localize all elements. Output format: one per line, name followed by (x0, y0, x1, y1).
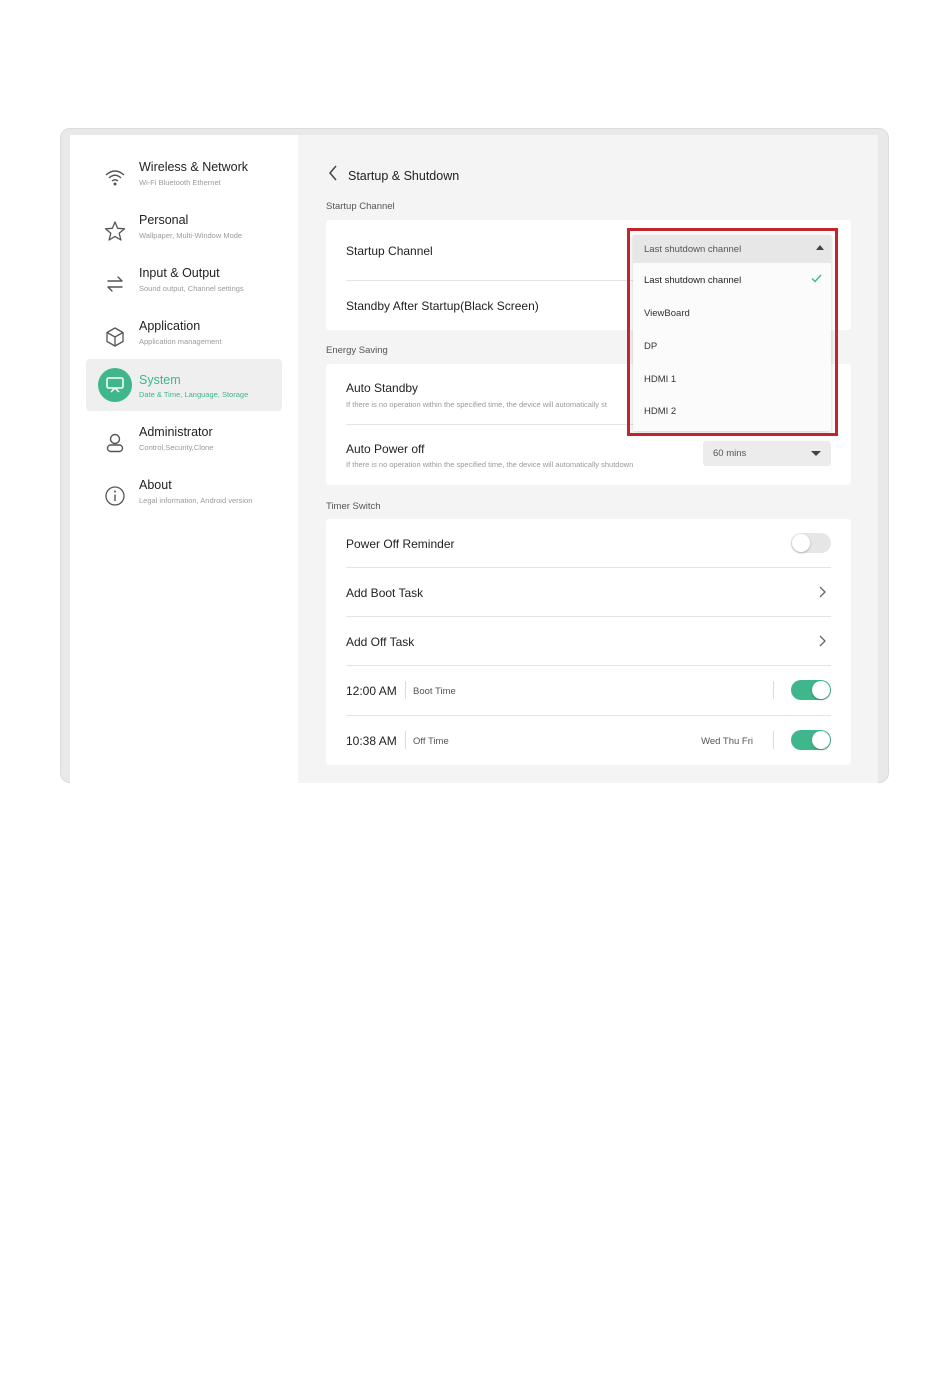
info-icon (98, 479, 132, 513)
sidebar-item-system[interactable]: System Date & Time, Language, Storage (86, 359, 282, 411)
cube-icon (98, 320, 132, 354)
divider (405, 731, 406, 749)
sidebar-item-title: Application (139, 319, 201, 333)
sidebar-item-about[interactable]: About Legal information, Android version (86, 469, 282, 521)
sidebar-item-title: System (139, 373, 181, 387)
startup-channel-label: Startup Channel (346, 244, 433, 258)
sidebar-item-title: Input & Output (139, 266, 220, 280)
section-label-startup: Startup Channel (326, 201, 395, 212)
boot-task-row[interactable]: 12:00 AM Boot Time (346, 666, 831, 716)
auto-standby-label: Auto Standby (346, 381, 419, 395)
sidebar-item-subtitle: Application management (139, 337, 222, 346)
power-off-reminder-row: Power Off Reminder (346, 519, 831, 568)
person-icon (98, 426, 132, 460)
chevron-right-icon (819, 635, 826, 647)
sidebar-item-administrator[interactable]: Administrator Control,Security,Clone (86, 416, 282, 468)
sidebar-item-subtitle: Wi-Fi Bluetooth Ethernet (139, 178, 221, 187)
auto-power-off-select[interactable]: 60 mins (703, 441, 831, 466)
divider (405, 681, 406, 699)
add-boot-task-label: Add Boot Task (346, 586, 424, 600)
sidebar-item-subtitle: Legal information, Android version (139, 496, 253, 505)
divider (773, 731, 774, 749)
sidebar-item-subtitle: Control,Security,Clone (139, 443, 214, 452)
timer-card: Power Off Reminder Add Boot Task Add Off… (326, 519, 851, 765)
off-task-row[interactable]: 10:38 AM Off Time Wed Thu Fri (346, 716, 831, 765)
add-off-task-label: Add Off Task (346, 635, 415, 649)
chevron-right-icon (819, 586, 826, 598)
caret-down-icon (811, 451, 821, 456)
boot-task-toggle[interactable] (791, 680, 831, 700)
page-header: Startup & Shutdown (328, 165, 459, 186)
toggle-knob (792, 534, 810, 552)
swap-arrows-icon (98, 267, 132, 301)
task-time: 12:00 AM (346, 684, 397, 698)
sidebar-item-title: About (139, 478, 172, 492)
sidebar-item-title: Administrator (139, 425, 213, 439)
off-task-toggle[interactable] (791, 730, 831, 750)
add-off-task-row[interactable]: Add Off Task (346, 617, 831, 666)
auto-power-off-value: 60 mins (713, 448, 747, 459)
wifi-icon (98, 161, 132, 195)
sidebar-item-input-output[interactable]: Input & Output Sound output, Channel set… (86, 257, 282, 309)
divider (773, 681, 774, 699)
section-label-timer: Timer Switch (326, 501, 381, 512)
task-days: Wed Thu Fri (701, 736, 753, 747)
auto-power-off-desc: If there is no operation within the spec… (346, 460, 634, 469)
auto-standby-desc: If there is no operation within the spec… (346, 400, 607, 409)
task-type: Off Time (413, 736, 449, 747)
task-time: 10:38 AM (346, 734, 397, 748)
sidebar-item-application[interactable]: Application Application management (86, 310, 282, 362)
highlight-box (627, 228, 838, 436)
sidebar-item-title: Personal (139, 213, 189, 227)
task-type: Boot Time (413, 686, 456, 697)
star-icon (98, 214, 132, 248)
display-icon (98, 368, 132, 402)
sidebar-item-subtitle: Date & Time, Language, Storage (139, 390, 249, 399)
sidebar-item-title: Wireless & Network (139, 160, 249, 174)
sidebar-item-personal[interactable]: Personal Wallpaper, Multi-Window Mode (86, 204, 282, 256)
sidebar-item-subtitle: Wallpaper, Multi-Window Mode (139, 231, 243, 240)
back-arrow-icon[interactable] (328, 165, 338, 186)
auto-power-off-label: Auto Power off (346, 442, 425, 456)
power-off-reminder-toggle[interactable] (791, 533, 831, 553)
sidebar-item-subtitle: Sound output, Channel settings (139, 284, 244, 293)
add-boot-task-row[interactable]: Add Boot Task (346, 568, 831, 617)
page-title: Startup & Shutdown (348, 168, 460, 183)
power-off-reminder-label: Power Off Reminder (346, 537, 455, 551)
standby-after-startup-label: Standby After Startup(Black Screen) (346, 299, 539, 313)
section-label-energy: Energy Saving (326, 345, 388, 356)
sidebar: Wireless & Network Wi-Fi Bluetooth Ether… (70, 135, 298, 783)
toggle-knob (812, 731, 830, 749)
sidebar-item-wireless-network[interactable]: Wireless & Network Wi-Fi Bluetooth Ether… (86, 151, 282, 203)
toggle-knob (812, 681, 830, 699)
